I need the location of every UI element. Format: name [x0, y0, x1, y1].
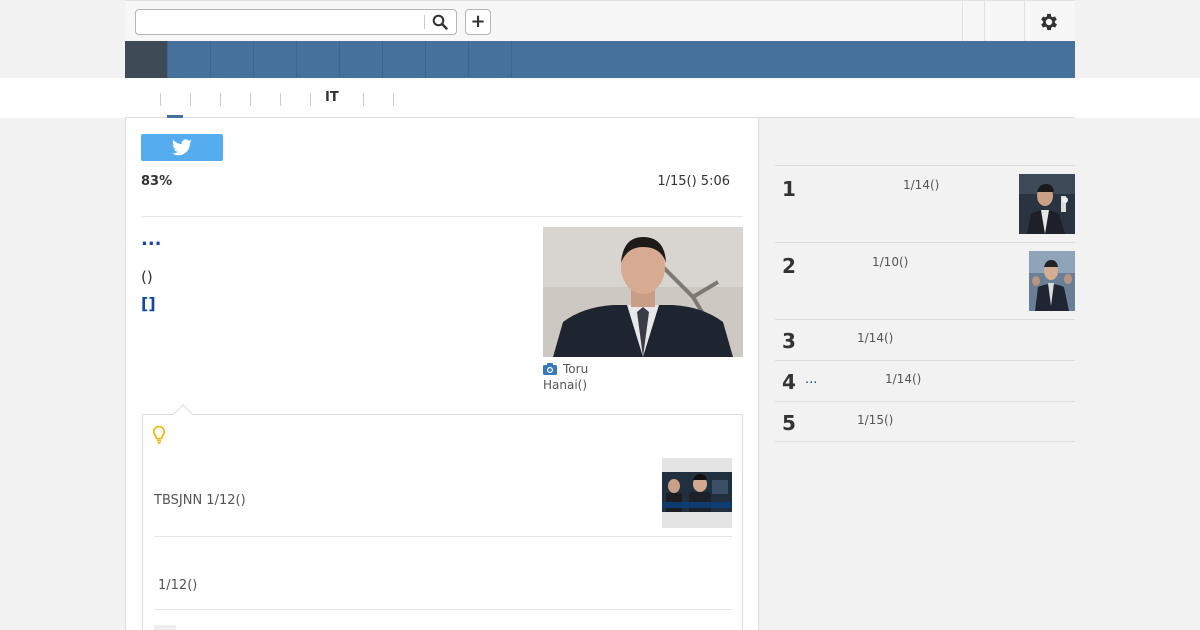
- related-notch: [173, 404, 193, 424]
- subnav-divider: [190, 93, 191, 106]
- related-thumbnail[interactable]: [662, 458, 732, 528]
- nav-item[interactable]: [168, 41, 211, 78]
- divider: [154, 609, 732, 610]
- subnav-divider: [220, 93, 221, 106]
- subnav-divider: [393, 93, 394, 106]
- nav-item[interactable]: [254, 41, 297, 78]
- ranking-item[interactable]: 1 1/14(): [775, 165, 1075, 242]
- gear-icon[interactable]: [1038, 11, 1060, 33]
- rank-number: 1: [782, 177, 796, 201]
- nav-item[interactable]: [426, 41, 469, 78]
- rank-thumbnail: [1019, 174, 1075, 234]
- ranking-item[interactable]: 2 1/10(): [775, 242, 1075, 319]
- related-date[interactable]: 1/12(): [158, 578, 197, 593]
- nav-item[interactable]: [297, 41, 340, 78]
- divider: [154, 536, 732, 537]
- twitter-icon: [172, 139, 192, 156]
- main-nav: [125, 41, 1075, 78]
- rank-number: 3: [782, 329, 796, 353]
- subnav-tab-it[interactable]: IT: [325, 90, 339, 105]
- article-text: (): [141, 268, 153, 286]
- toolbar-divider: [1024, 1, 1025, 41]
- ranking-item[interactable]: 3 1/14(): [775, 319, 1075, 360]
- rank-number: 4: [782, 370, 796, 394]
- rank-date: 1/15(): [857, 413, 894, 427]
- article-photo[interactable]: [543, 227, 743, 357]
- rank-more-link[interactable]: ...: [805, 372, 817, 387]
- rank-number: 5: [782, 411, 796, 435]
- search-icon: [432, 14, 448, 30]
- toolbar-divider: [984, 1, 985, 41]
- related-box: TBSJNN 1/12() 1/12(): [142, 404, 743, 630]
- rank-number: 2: [782, 254, 796, 278]
- rank-date: 1/14(): [885, 372, 922, 386]
- search-box: [135, 9, 457, 35]
- subnav-divider: [280, 93, 281, 106]
- nav-item[interactable]: [383, 41, 426, 78]
- subnav-divider: [310, 93, 311, 106]
- subnav-divider: [160, 93, 161, 106]
- add-button[interactable]: +: [465, 9, 491, 35]
- nav-item[interactable]: [211, 41, 254, 78]
- lightbulb-icon: [153, 425, 165, 444]
- rank-date: 1/14(): [903, 178, 940, 192]
- person-photo: [543, 227, 743, 357]
- subnav-divider: [363, 93, 364, 106]
- nav-item[interactable]: [469, 41, 512, 78]
- photo-credit: Toru Hanai(): [543, 362, 589, 392]
- twitter-share-button[interactable]: [141, 134, 223, 161]
- article-more-link[interactable]: ...: [141, 229, 162, 250]
- article-column: 83% 1/15() 5:06 ... () [] Toru Hanai() T…: [125, 118, 759, 630]
- search-divider: [424, 15, 425, 29]
- article-date: 1/15() 5:06: [657, 174, 730, 189]
- related-item-stub: [154, 625, 176, 630]
- divider: [141, 216, 743, 217]
- ranking-item[interactable]: 5 1/15(): [775, 401, 1075, 442]
- ranking-sidebar: 1 1/14() 2 1/10() 3 1/14() 4 ... 1/14() …: [775, 165, 1075, 442]
- nav-item-home[interactable]: [125, 41, 168, 78]
- top-bar: +: [125, 0, 1075, 41]
- sub-nav: IT: [0, 78, 1200, 118]
- rank-date: 1/10(): [872, 255, 909, 269]
- nav-item[interactable]: [340, 41, 383, 78]
- rank-thumbnail: [1029, 251, 1075, 311]
- rank-date: 1/14(): [857, 331, 894, 345]
- article-bracket-link[interactable]: []: [141, 294, 156, 313]
- ranking-item[interactable]: 4 ... 1/14(): [775, 360, 1075, 401]
- subnav-divider: [250, 93, 251, 106]
- related-source[interactable]: TBSJNN 1/12(): [154, 493, 246, 508]
- toolbar-divider: [962, 1, 963, 41]
- search-input[interactable]: [140, 13, 422, 31]
- search-button[interactable]: [428, 13, 452, 31]
- share-percent: 83%: [141, 174, 173, 189]
